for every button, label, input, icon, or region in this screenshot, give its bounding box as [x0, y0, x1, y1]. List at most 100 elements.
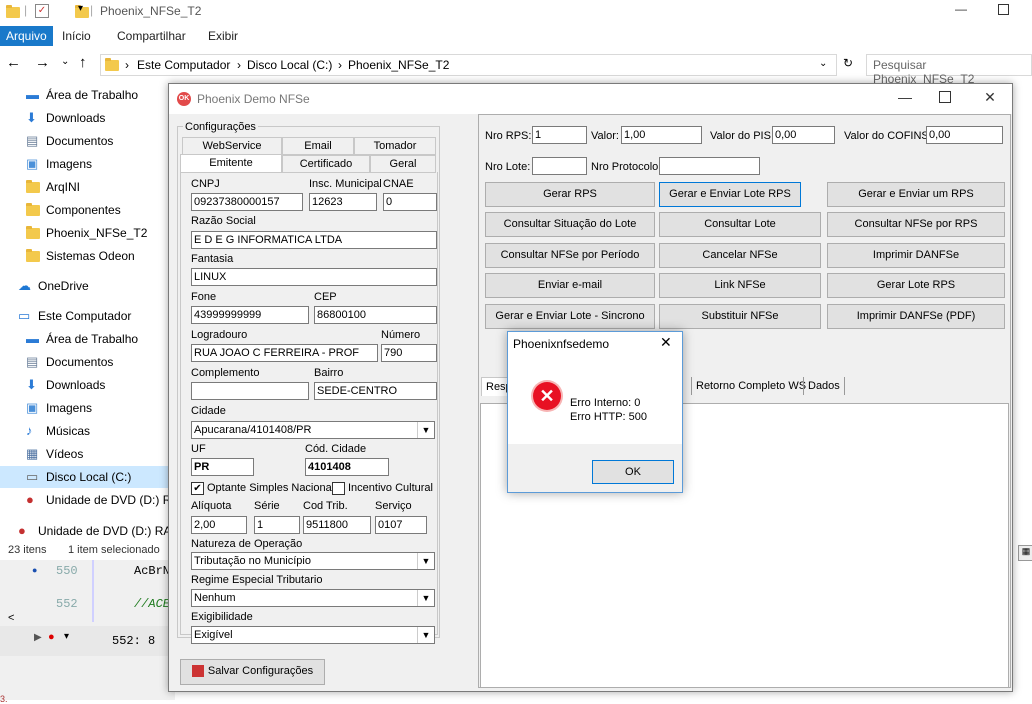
nav-item[interactable]: ▭ Disco Local (C:) — [0, 466, 175, 488]
fone-field[interactable]: 43999999999 — [191, 306, 309, 324]
nav-item[interactable]: ▦ Vídeos — [0, 443, 175, 465]
aliquota-field[interactable]: 2,00 — [191, 516, 247, 534]
maximize-icon[interactable] — [998, 4, 1009, 15]
dropdown-icon[interactable]: ▼ — [417, 422, 434, 438]
fantasia-field[interactable]: LINUX — [191, 268, 437, 286]
nav-item[interactable]: ▣ Imagens — [0, 397, 175, 419]
dropdown-icon[interactable]: ▾ — [64, 631, 69, 642]
cod-cidade-field[interactable]: 4101408 — [305, 458, 389, 476]
gerar-enviar-um-rps-button[interactable]: Gerar e Enviar um RPS — [827, 182, 1005, 207]
link-nfse-button[interactable]: Link NFSe — [659, 273, 821, 298]
imprimir-danfse-button[interactable]: Imprimir DANFSe — [827, 243, 1005, 268]
numero-field[interactable]: 790 — [381, 344, 437, 362]
dropdown-icon[interactable]: ▼ — [417, 627, 434, 643]
natureza-select[interactable]: Tributação no Município ▼ — [191, 552, 435, 570]
tab-exibir[interactable]: Exibir — [202, 26, 244, 46]
nav-item[interactable]: ▬ Área de Trabalho — [0, 328, 175, 350]
properties-icon[interactable]: ✓ — [35, 4, 49, 18]
nav-item[interactable]: ArqINI — [0, 176, 175, 198]
scroll-left-icon[interactable]: < — [8, 612, 14, 624]
tab-dados[interactable]: Dados — [803, 377, 845, 395]
consultar-nfse-por-rps-button[interactable]: Consultar NFSe por RPS — [827, 212, 1005, 237]
cancelar-nfse-button[interactable]: Cancelar NFSe — [659, 243, 821, 268]
razao-social-field[interactable]: E D E G INFORMATICA LTDA — [191, 231, 437, 249]
incentivo-checkbox[interactable] — [332, 482, 345, 495]
serie-field[interactable]: 1 — [254, 516, 300, 534]
play-icon[interactable]: ▶ — [34, 632, 42, 643]
maximize-icon[interactable] — [939, 91, 951, 103]
nav-item[interactable]: ▣ Imagens — [0, 153, 175, 175]
cnae-field[interactable]: 0 — [383, 193, 437, 211]
close-icon[interactable]: ✕ — [980, 89, 1000, 107]
regime-select[interactable]: Nenhum ▼ — [191, 589, 435, 607]
nro-rps-field[interactable]: 1 — [532, 126, 587, 144]
uf-field[interactable]: PR — [191, 458, 254, 476]
nav-item[interactable]: ● Unidade de DVD (D:) RAD — [0, 489, 188, 511]
nav-item[interactable]: Componentes — [0, 199, 175, 221]
substituir-nfse-button[interactable]: Substituir NFSe — [659, 304, 821, 329]
tab-certificado[interactable]: Certificado — [282, 155, 370, 173]
valor-cofins-field[interactable]: 0,00 — [926, 126, 1003, 144]
dropdown-icon[interactable]: ▼ — [417, 590, 434, 606]
tab-geral[interactable]: Geral — [370, 155, 436, 173]
nav-item[interactable]: ▤ Documentos — [0, 351, 175, 373]
breadcrumb-item[interactable]: Phoenix_NFSe_T2 — [348, 58, 449, 72]
tab-tomador[interactable]: Tomador — [354, 137, 436, 155]
refresh-icon[interactable]: ↻ — [843, 56, 853, 70]
tab-compartilhar[interactable]: Compartilhar — [111, 26, 192, 46]
tab-arquivo[interactable]: Arquivo — [0, 26, 53, 46]
nav-item[interactable]: Phoenix_NFSe_T2 — [0, 222, 175, 244]
minimize-icon[interactable]: — — [955, 2, 967, 16]
dropdown-icon[interactable]: ▼ — [417, 553, 434, 569]
nav-item[interactable]: ⬇ Downloads — [0, 107, 175, 129]
save-config-button[interactable]: Salvar Configurações — [180, 659, 325, 685]
gerar-enviar-lote-sincrono-button[interactable]: Gerar e Enviar Lote - Sincrono — [485, 304, 655, 329]
bairro-field[interactable]: SEDE-CENTRO — [314, 382, 437, 400]
nav-item[interactable]: ☁ OneDrive — [0, 275, 175, 297]
breakpoint-icon[interactable]: ● — [48, 631, 55, 643]
tab-email[interactable]: Email — [282, 137, 354, 155]
up-arrow-icon[interactable]: ↑ — [79, 54, 87, 71]
tab-retorno-completo[interactable]: Retorno Completo WS — [691, 377, 810, 395]
search-input[interactable]: Pesquisar Phoenix_NFSe_T2 — [866, 54, 1032, 86]
cep-field[interactable]: 86800100 — [314, 306, 437, 324]
back-arrow-icon[interactable]: ← — [6, 54, 21, 71]
enviar-email-button[interactable]: Enviar e-mail — [485, 273, 655, 298]
close-icon[interactable]: ✕ — [660, 334, 672, 351]
customize-quick-access-icon[interactable]: ▾ — [78, 3, 83, 14]
breadcrumb-item[interactable]: Este Computador — [137, 58, 230, 72]
imprimir-danfse-pdf-button[interactable]: Imprimir DANFSe (PDF) — [827, 304, 1005, 329]
gerar-lote-rps-button[interactable]: Gerar Lote RPS — [827, 273, 1005, 298]
gerar-enviar-lote-rps-button[interactable]: Gerar e Enviar Lote RPS — [659, 182, 801, 207]
nav-item[interactable]: ♪ Músicas — [0, 420, 175, 442]
insc-municipal-field[interactable]: 12623 — [309, 193, 377, 211]
nav-item[interactable]: ⬇ Downloads — [0, 374, 175, 396]
recent-locations-icon[interactable]: ⌄ — [61, 56, 69, 67]
address-bar[interactable]: › Este Computador › Disco Local (C:) › P… — [100, 54, 837, 76]
nav-item[interactable]: ▤ Documentos — [0, 130, 175, 152]
forward-arrow-icon[interactable]: → — [35, 54, 50, 71]
nro-lote-field[interactable] — [532, 157, 587, 175]
cod-trib-field[interactable]: 9511800 — [303, 516, 371, 534]
nro-protocolo-field[interactable] — [659, 157, 760, 175]
servico-field[interactable]: 0107 — [375, 516, 427, 534]
gerar-rps-button[interactable]: Gerar RPS — [485, 182, 655, 207]
nav-item[interactable]: ● Unidade de DVD (D:) RADS — [0, 520, 188, 542]
valor-pis-field[interactable]: 0,00 — [772, 126, 835, 144]
logradouro-field[interactable]: RUA JOAO C FERREIRA - PROF — [191, 344, 378, 362]
complemento-field[interactable] — [191, 382, 309, 400]
valor-field[interactable]: 1,00 — [621, 126, 702, 144]
cidade-select[interactable]: Apucarana/4101408/PR ▼ — [191, 421, 435, 439]
nav-item[interactable]: ▬ Área de Trabalho — [0, 84, 175, 106]
nav-item[interactable]: Sistemas Odeon — [0, 245, 175, 267]
tab-emitente[interactable]: Emitente — [180, 154, 282, 173]
consultar-nfse-periodo-button[interactable]: Consultar NFSe por Período — [485, 243, 655, 268]
consultar-lote-button[interactable]: Consultar Lote — [659, 212, 821, 237]
breadcrumb-item[interactable]: Disco Local (C:) — [247, 58, 332, 72]
exigibilidade-select[interactable]: Exigível ▼ — [191, 626, 435, 644]
cnpj-field[interactable]: 09237380000157 — [191, 193, 303, 211]
nav-item[interactable]: ▭ Este Computador — [0, 305, 175, 327]
ok-button[interactable]: OK — [592, 460, 674, 484]
optante-checkbox[interactable]: ✔ — [191, 482, 204, 495]
tab-webservice[interactable]: WebService — [182, 137, 282, 155]
